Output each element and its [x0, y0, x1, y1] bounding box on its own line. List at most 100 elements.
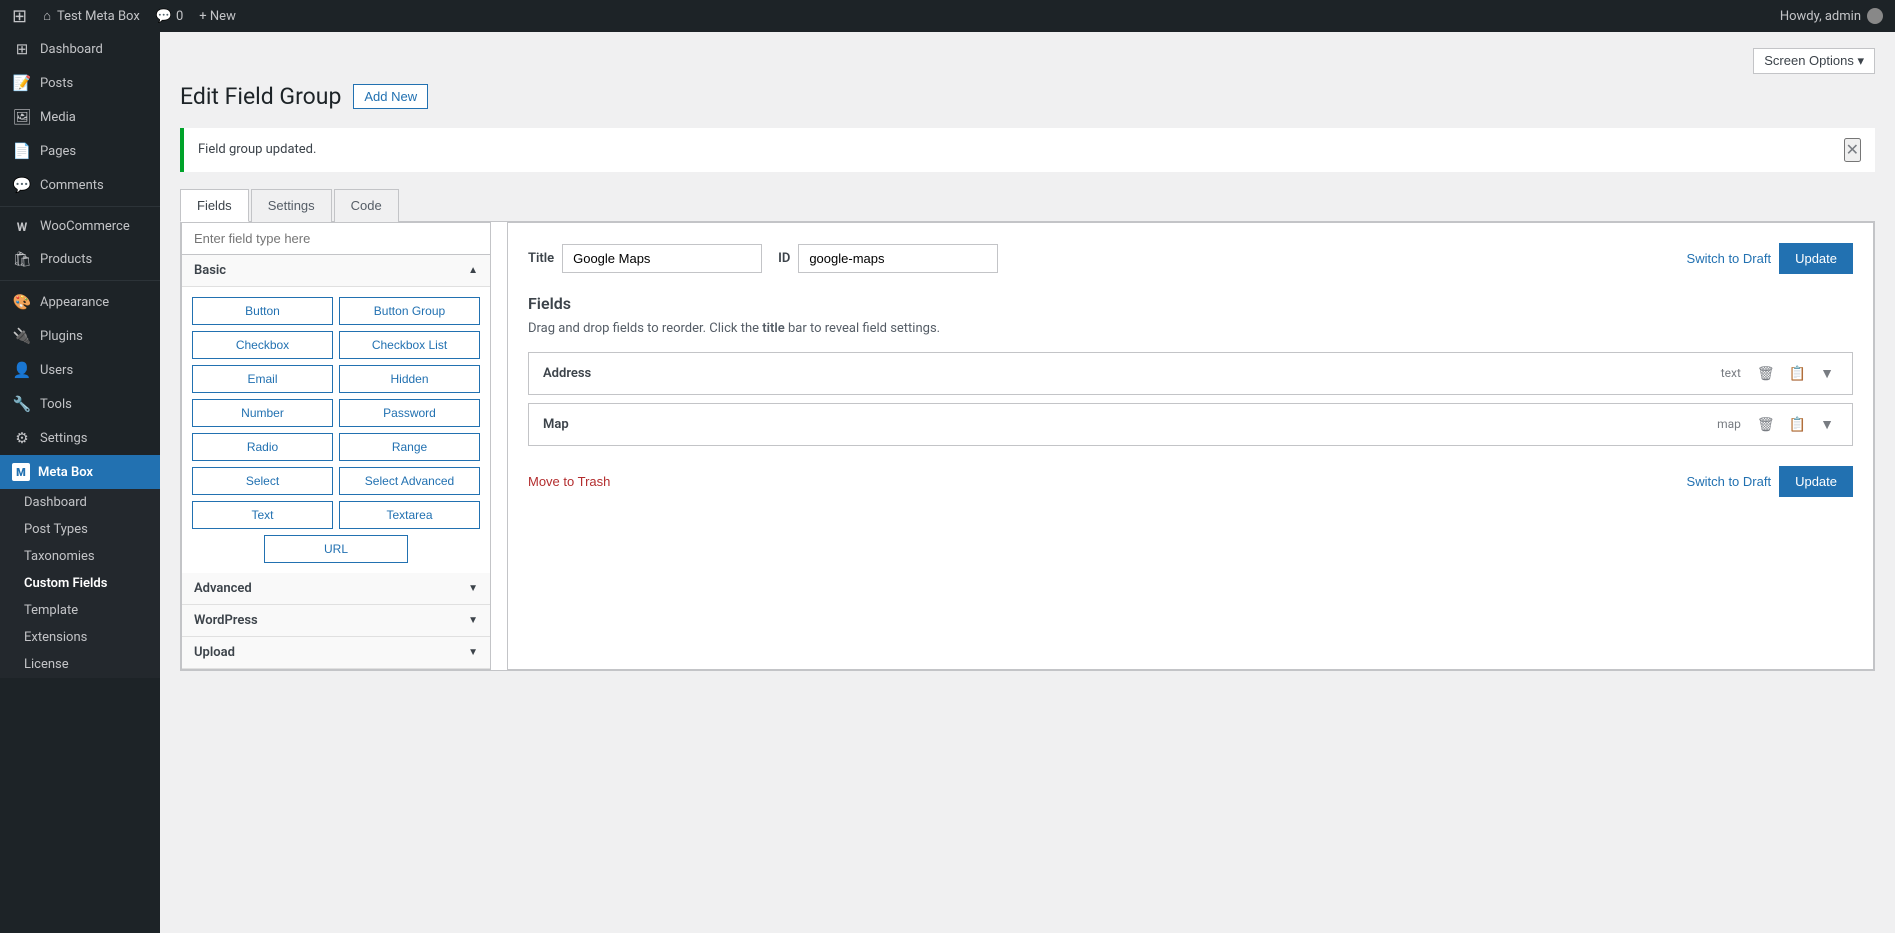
bottom-panel-actions: Switch to Draft Update: [1687, 466, 1853, 497]
submenu-item-extensions[interactable]: Extensions: [0, 624, 160, 651]
metabox-menu: M Meta Box Dashboard Post Types Taxonomi…: [0, 455, 160, 678]
field-btn-button[interactable]: Button: [192, 297, 333, 325]
basic-section-label: Basic: [194, 263, 226, 278]
panel-header: Title ID Switch to Draft Update: [528, 243, 1853, 274]
upload-section-header[interactable]: Upload ▼: [182, 637, 490, 669]
move-to-trash-button[interactable]: Move to Trash: [528, 474, 610, 489]
submenu-item-custom-fields[interactable]: Custom Fields: [0, 570, 160, 597]
submenu-item-dashboard[interactable]: Dashboard: [0, 489, 160, 516]
tools-icon: 🔧: [12, 395, 32, 413]
sidebar-item-plugins[interactable]: 🔌Plugins: [0, 319, 160, 353]
admin-sidebar: ⊞Dashboard 📝Posts 🖼Media 📄Pages 💬Comment…: [0, 32, 160, 933]
sidebar-item-pages[interactable]: 📄Pages: [0, 134, 160, 168]
tab-wrapper: Fields Settings Code: [180, 188, 1875, 222]
page-title-area: Edit Field Group Add New: [180, 82, 1875, 112]
id-group: ID: [778, 244, 998, 273]
sidebar-item-appearance[interactable]: 🎨Appearance: [0, 285, 160, 319]
field-btn-checkbox-list[interactable]: Checkbox List: [339, 331, 480, 359]
site-name[interactable]: ⌂ Test Meta Box: [43, 8, 140, 24]
field-btn-url[interactable]: URL: [264, 535, 408, 563]
field-btn-checkbox[interactable]: Checkbox: [192, 331, 333, 359]
title-group: Title: [528, 244, 762, 273]
field-btn-hidden[interactable]: Hidden: [339, 365, 480, 393]
field-btn-select[interactable]: Select: [192, 467, 333, 495]
delete-map-button[interactable]: 🗑: [1753, 414, 1779, 435]
field-btn-range[interactable]: Range: [339, 433, 480, 461]
sidebar-item-settings[interactable]: ⚙Settings: [0, 421, 160, 455]
tab-fields[interactable]: Fields: [180, 189, 249, 222]
field-name-address[interactable]: Address: [543, 366, 1721, 381]
submenu-item-post-types[interactable]: Post Types: [0, 516, 160, 543]
table-row: Address text 🗑 📋 ▼: [528, 352, 1853, 395]
wordpress-section-header[interactable]: WordPress ▼: [182, 605, 490, 637]
fields-heading: Fields: [528, 294, 1853, 313]
field-type-search-input[interactable]: [182, 223, 490, 255]
comments-link[interactable]: 💬 0: [156, 9, 184, 24]
sidebar-item-media[interactable]: 🖼Media: [0, 100, 160, 134]
metabox-header[interactable]: M Meta Box: [0, 455, 160, 489]
notice-close-button[interactable]: ✕: [1844, 138, 1861, 162]
bottom-switch-to-draft-button[interactable]: Switch to Draft: [1687, 474, 1772, 489]
field-btn-email[interactable]: Email: [192, 365, 333, 393]
content-wrap: Basic ▲ Button Button Group Checkbox Che…: [181, 222, 1874, 670]
submenu-item-template[interactable]: Template: [0, 597, 160, 624]
field-btn-select-advanced[interactable]: Select Advanced: [339, 467, 480, 495]
tab-code[interactable]: Code: [334, 189, 399, 222]
basic-section-header[interactable]: Basic ▲: [182, 255, 490, 287]
wordpress-section: WordPress ▼: [182, 605, 490, 637]
home-icon: ⌂: [43, 8, 51, 24]
field-btn-radio[interactable]: Radio: [192, 433, 333, 461]
upload-chevron-icon: ▼: [468, 647, 478, 658]
sidebar-item-products[interactable]: 🛍Products: [0, 242, 160, 276]
submenu-item-taxonomies[interactable]: Taxonomies: [0, 543, 160, 570]
field-btn-button-group[interactable]: Button Group: [339, 297, 480, 325]
sidebar-item-woocommerce[interactable]: WWooCommerce: [0, 211, 160, 242]
comments-icon: 💬: [156, 9, 172, 24]
field-actions-address: 🗑 📋 ▼: [1753, 363, 1838, 384]
duplicate-address-button[interactable]: 📋: [1785, 363, 1810, 384]
comments-icon: 💬: [12, 176, 32, 194]
new-link[interactable]: + New: [199, 9, 236, 24]
wp-logo-icon: ⊞: [12, 6, 27, 27]
metabox-m-icon: M: [12, 463, 30, 481]
field-btn-textarea[interactable]: Textarea: [339, 501, 480, 529]
wordpress-section-label: WordPress: [194, 613, 258, 628]
sidebar-item-tools[interactable]: 🔧Tools: [0, 387, 160, 421]
wp-wrap: ⊞Dashboard 📝Posts 🖼Media 📄Pages 💬Comment…: [0, 0, 1895, 933]
field-type-address: text: [1721, 366, 1741, 380]
field-type-panel: Basic ▲ Button Button Group Checkbox Che…: [181, 222, 491, 670]
plugins-icon: 🔌: [12, 327, 32, 345]
add-new-button[interactable]: Add New: [353, 84, 428, 109]
title-input[interactable]: [562, 244, 762, 273]
products-icon: 🛍: [12, 250, 32, 268]
field-btn-text[interactable]: Text: [192, 501, 333, 529]
update-button[interactable]: Update: [1779, 243, 1853, 274]
woocommerce-icon: W: [12, 220, 32, 234]
upload-section: Upload ▼: [182, 637, 490, 669]
bottom-update-button[interactable]: Update: [1779, 466, 1853, 497]
field-btn-number[interactable]: Number: [192, 399, 333, 427]
submenu-item-license[interactable]: License: [0, 651, 160, 678]
sidebar-item-posts[interactable]: 📝Posts: [0, 66, 160, 100]
id-input[interactable]: [798, 244, 998, 273]
delete-address-button[interactable]: 🗑: [1753, 363, 1779, 384]
switch-to-draft-button[interactable]: Switch to Draft: [1687, 251, 1772, 266]
advanced-section: Advanced ▼: [182, 573, 490, 605]
howdy-text: Howdy, admin: [1780, 8, 1883, 24]
field-name-map[interactable]: Map: [543, 417, 1717, 432]
fields-help-text: Drag and drop fields to reorder. Click t…: [528, 321, 1853, 336]
field-type-map: map: [1717, 417, 1741, 431]
sidebar-item-comments[interactable]: 💬Comments: [0, 168, 160, 202]
id-label: ID: [778, 251, 790, 266]
advanced-section-header[interactable]: Advanced ▼: [182, 573, 490, 605]
basic-section: Basic ▲ Button Button Group Checkbox Che…: [182, 255, 490, 573]
table-row: Map map 🗑 📋 ▼: [528, 403, 1853, 446]
expand-map-button[interactable]: ▼: [1816, 414, 1838, 434]
field-btn-password[interactable]: Password: [339, 399, 480, 427]
tab-settings[interactable]: Settings: [251, 189, 332, 222]
screen-options-button[interactable]: Screen Options ▾: [1753, 48, 1875, 74]
duplicate-map-button[interactable]: 📋: [1785, 414, 1810, 435]
expand-address-button[interactable]: ▼: [1816, 363, 1838, 383]
sidebar-item-users[interactable]: 👤Users: [0, 353, 160, 387]
sidebar-item-dashboard[interactable]: ⊞Dashboard: [0, 32, 160, 66]
